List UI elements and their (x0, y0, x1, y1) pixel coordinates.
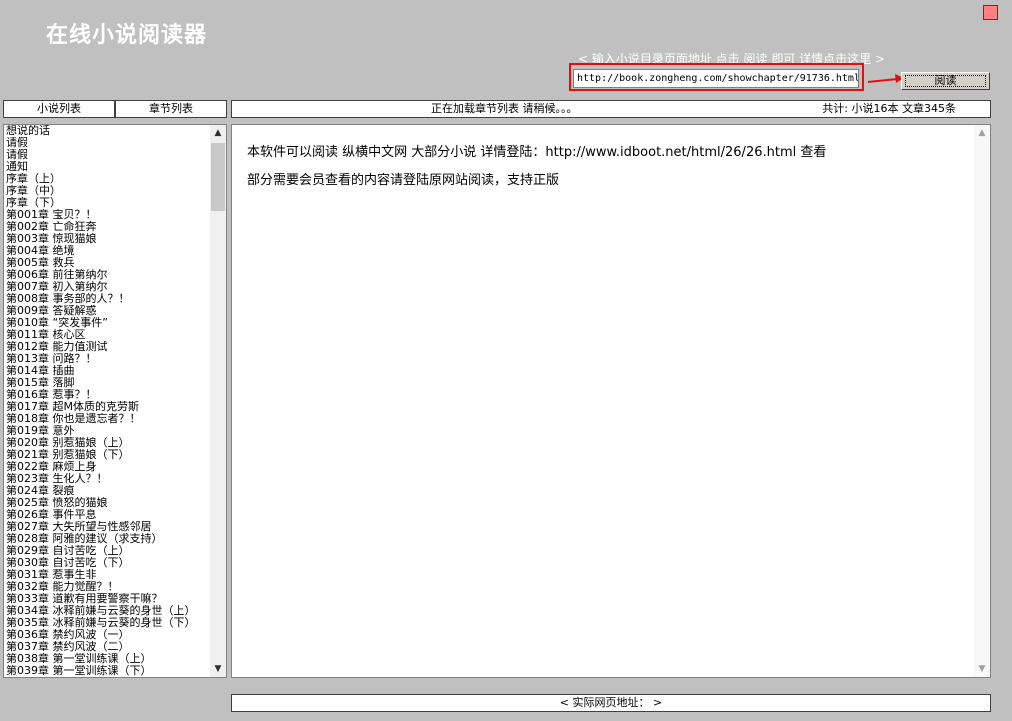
scroll-down-icon[interactable]: ▼ (210, 661, 226, 677)
chapter-list-item[interactable]: 第001章 宝贝？！ (6, 209, 211, 221)
chapter-list-item[interactable]: 第019章 意外 (6, 425, 211, 437)
chapter-list-item[interactable]: 第008章 事务部的人？！ (6, 293, 211, 305)
chapter-list-item[interactable]: 第030章 自讨苦吃（下） (6, 557, 211, 569)
content-line: 本软件可以阅读 纵横中文网 大部分小说 详情登陆：http://www.idbo… (247, 145, 827, 160)
chapter-list-item[interactable]: 第016章 惹事？！ (6, 389, 211, 401)
scroll-up-icon[interactable]: ▲ (974, 125, 990, 141)
content-line: 部分需要会员查看的内容请登陆原网站阅读，支持正版 (247, 173, 560, 188)
chapter-list-item[interactable]: 第013章 问路？！ (6, 353, 211, 365)
chapter-list-item[interactable]: 第005章 救兵 (6, 257, 211, 269)
close-button[interactable] (983, 5, 998, 20)
chapter-list-item[interactable]: 第029章 自讨苦吃（上） (6, 545, 211, 557)
url-input[interactable]: http://book.zongheng.com/showchapter/917… (573, 69, 859, 88)
chapter-list-item[interactable]: 第007章 初入第纳尔 (6, 281, 211, 293)
status-counts: 共计: 小说16本 文章345条 (822, 102, 956, 115)
chapter-list-item[interactable]: 第006章 前往第纳尔 (6, 269, 211, 281)
chapter-list-item[interactable]: 第017章 超M体质的克劳斯 (6, 401, 211, 413)
chapter-list-item[interactable]: 第033章 道歉有用要警察干嘛？ (6, 593, 211, 605)
chapter-list-item[interactable]: 第039章 第一堂训练课（下） (6, 665, 211, 677)
chapter-list-item[interactable]: 想说的话 (6, 125, 211, 137)
chapter-list-item[interactable]: 第003章 惊现猫娘 (6, 233, 211, 245)
chapter-list-item[interactable]: 第036章 禁约风波（一） (6, 629, 211, 641)
tab-chapter-list[interactable]: 章节列表 (115, 100, 227, 118)
chapter-list-item[interactable]: 第024章 裂痕 (6, 485, 211, 497)
arrow-right-icon (867, 74, 904, 83)
chapter-list-item[interactable]: 第023章 生化人？！ (6, 473, 211, 485)
scroll-up-icon[interactable]: ▲ (210, 125, 226, 141)
chapter-list-item[interactable]: 第026章 事件平息 (6, 509, 211, 521)
actual-url-bar: < 实际网页地址： > (231, 694, 991, 712)
chapter-list-item[interactable]: 序章（上） (6, 173, 211, 185)
chapter-list[interactable]: 想说的话 请假 请假 通知 序章（上） 序章（中） 序章（下） 第001章 宝贝？！ 第002章… (3, 124, 227, 678)
chapter-list-item[interactable]: 通知 (6, 161, 211, 173)
chapter-list-item[interactable]: 第027章 大失所望与性感邻居 (6, 521, 211, 533)
content-scrollbar[interactable]: ▲ ▼ (974, 125, 990, 677)
chapter-list-item[interactable]: 第025章 愤怒的猫娘 (6, 497, 211, 509)
chapter-list-item[interactable]: 第014章 插曲 (6, 365, 211, 377)
chapter-list-scrollbar[interactable]: ▲ ▼ (210, 125, 226, 677)
status-loading-text: 正在加载章节列表 请稍候。。。 (431, 102, 578, 115)
chapter-list-item[interactable]: 第020章 别惹猫娘（上） (6, 437, 211, 449)
content-pane: 本软件可以阅读 纵横中文网 大部分小说 详情登陆：http://www.idbo… (231, 124, 991, 678)
chapter-list-item[interactable]: 第037章 禁约风波（二） (6, 641, 211, 653)
chapter-list-item[interactable]: 第035章 冰释前嫌与云葵的身世（下） (6, 617, 211, 629)
chapter-list-item[interactable]: 第034章 冰释前嫌与云葵的身世（上） (6, 605, 211, 617)
app-title: 在线小说阅读器 (46, 23, 208, 48)
chapter-list-item[interactable]: 第004章 绝境 (6, 245, 211, 257)
chapter-list-item[interactable]: 第009章 答疑解惑 (6, 305, 211, 317)
chapter-list-item[interactable]: 第012章 能力值测试 (6, 341, 211, 353)
chapter-list-item[interactable]: 序章（下） (6, 197, 211, 209)
chapter-list-item[interactable]: 第022章 麻烦上身 (6, 461, 211, 473)
chapter-list-item[interactable]: 第018章 你也是遗忘者？！ (6, 413, 211, 425)
chapter-list-item[interactable]: 第028章 阿雅的建议（求支持） (6, 533, 211, 545)
read-button[interactable]: 阅读 (901, 72, 990, 90)
chapter-list-item[interactable]: 第011章 核心区 (6, 329, 211, 341)
scrollbar-thumb[interactable] (211, 143, 225, 211)
chapter-list-item[interactable]: 请假 (6, 149, 211, 161)
chapter-list-item[interactable]: 第010章 “突发事件” (6, 317, 211, 329)
scroll-down-icon[interactable]: ▼ (974, 661, 990, 677)
chapter-list-item[interactable]: 第031章 惹事生非 (6, 569, 211, 581)
chapter-list-item[interactable]: 第021章 别惹猫娘（下） (6, 449, 211, 461)
chapter-list-item[interactable]: 请假 (6, 137, 211, 149)
chapter-list-item[interactable]: 第015章 落脚 (6, 377, 211, 389)
chapter-list-item[interactable]: 第032章 能力觉醒？！ (6, 581, 211, 593)
chapter-list-item[interactable]: 第038章 第一堂训练课（上） (6, 653, 211, 665)
chapter-list-item[interactable]: 第002章 亡命狂奔 (6, 221, 211, 233)
tab-novel-list[interactable]: 小说列表 (3, 100, 115, 118)
read-button-focus-ring (905, 75, 986, 87)
status-bar: 正在加载章节列表 请稍候。。。 共计: 小说16本 文章345条 (231, 100, 991, 118)
chapter-list-item[interactable]: 序章（中） (6, 185, 211, 197)
chapter-items: 想说的话 请假 请假 通知 序章（上） 序章（中） 序章（下） 第001章 宝贝？！ 第002章… (6, 125, 211, 677)
content-text: 本软件可以阅读 纵横中文网 大部分小说 详情登陆：http://www.idbo… (247, 139, 960, 195)
